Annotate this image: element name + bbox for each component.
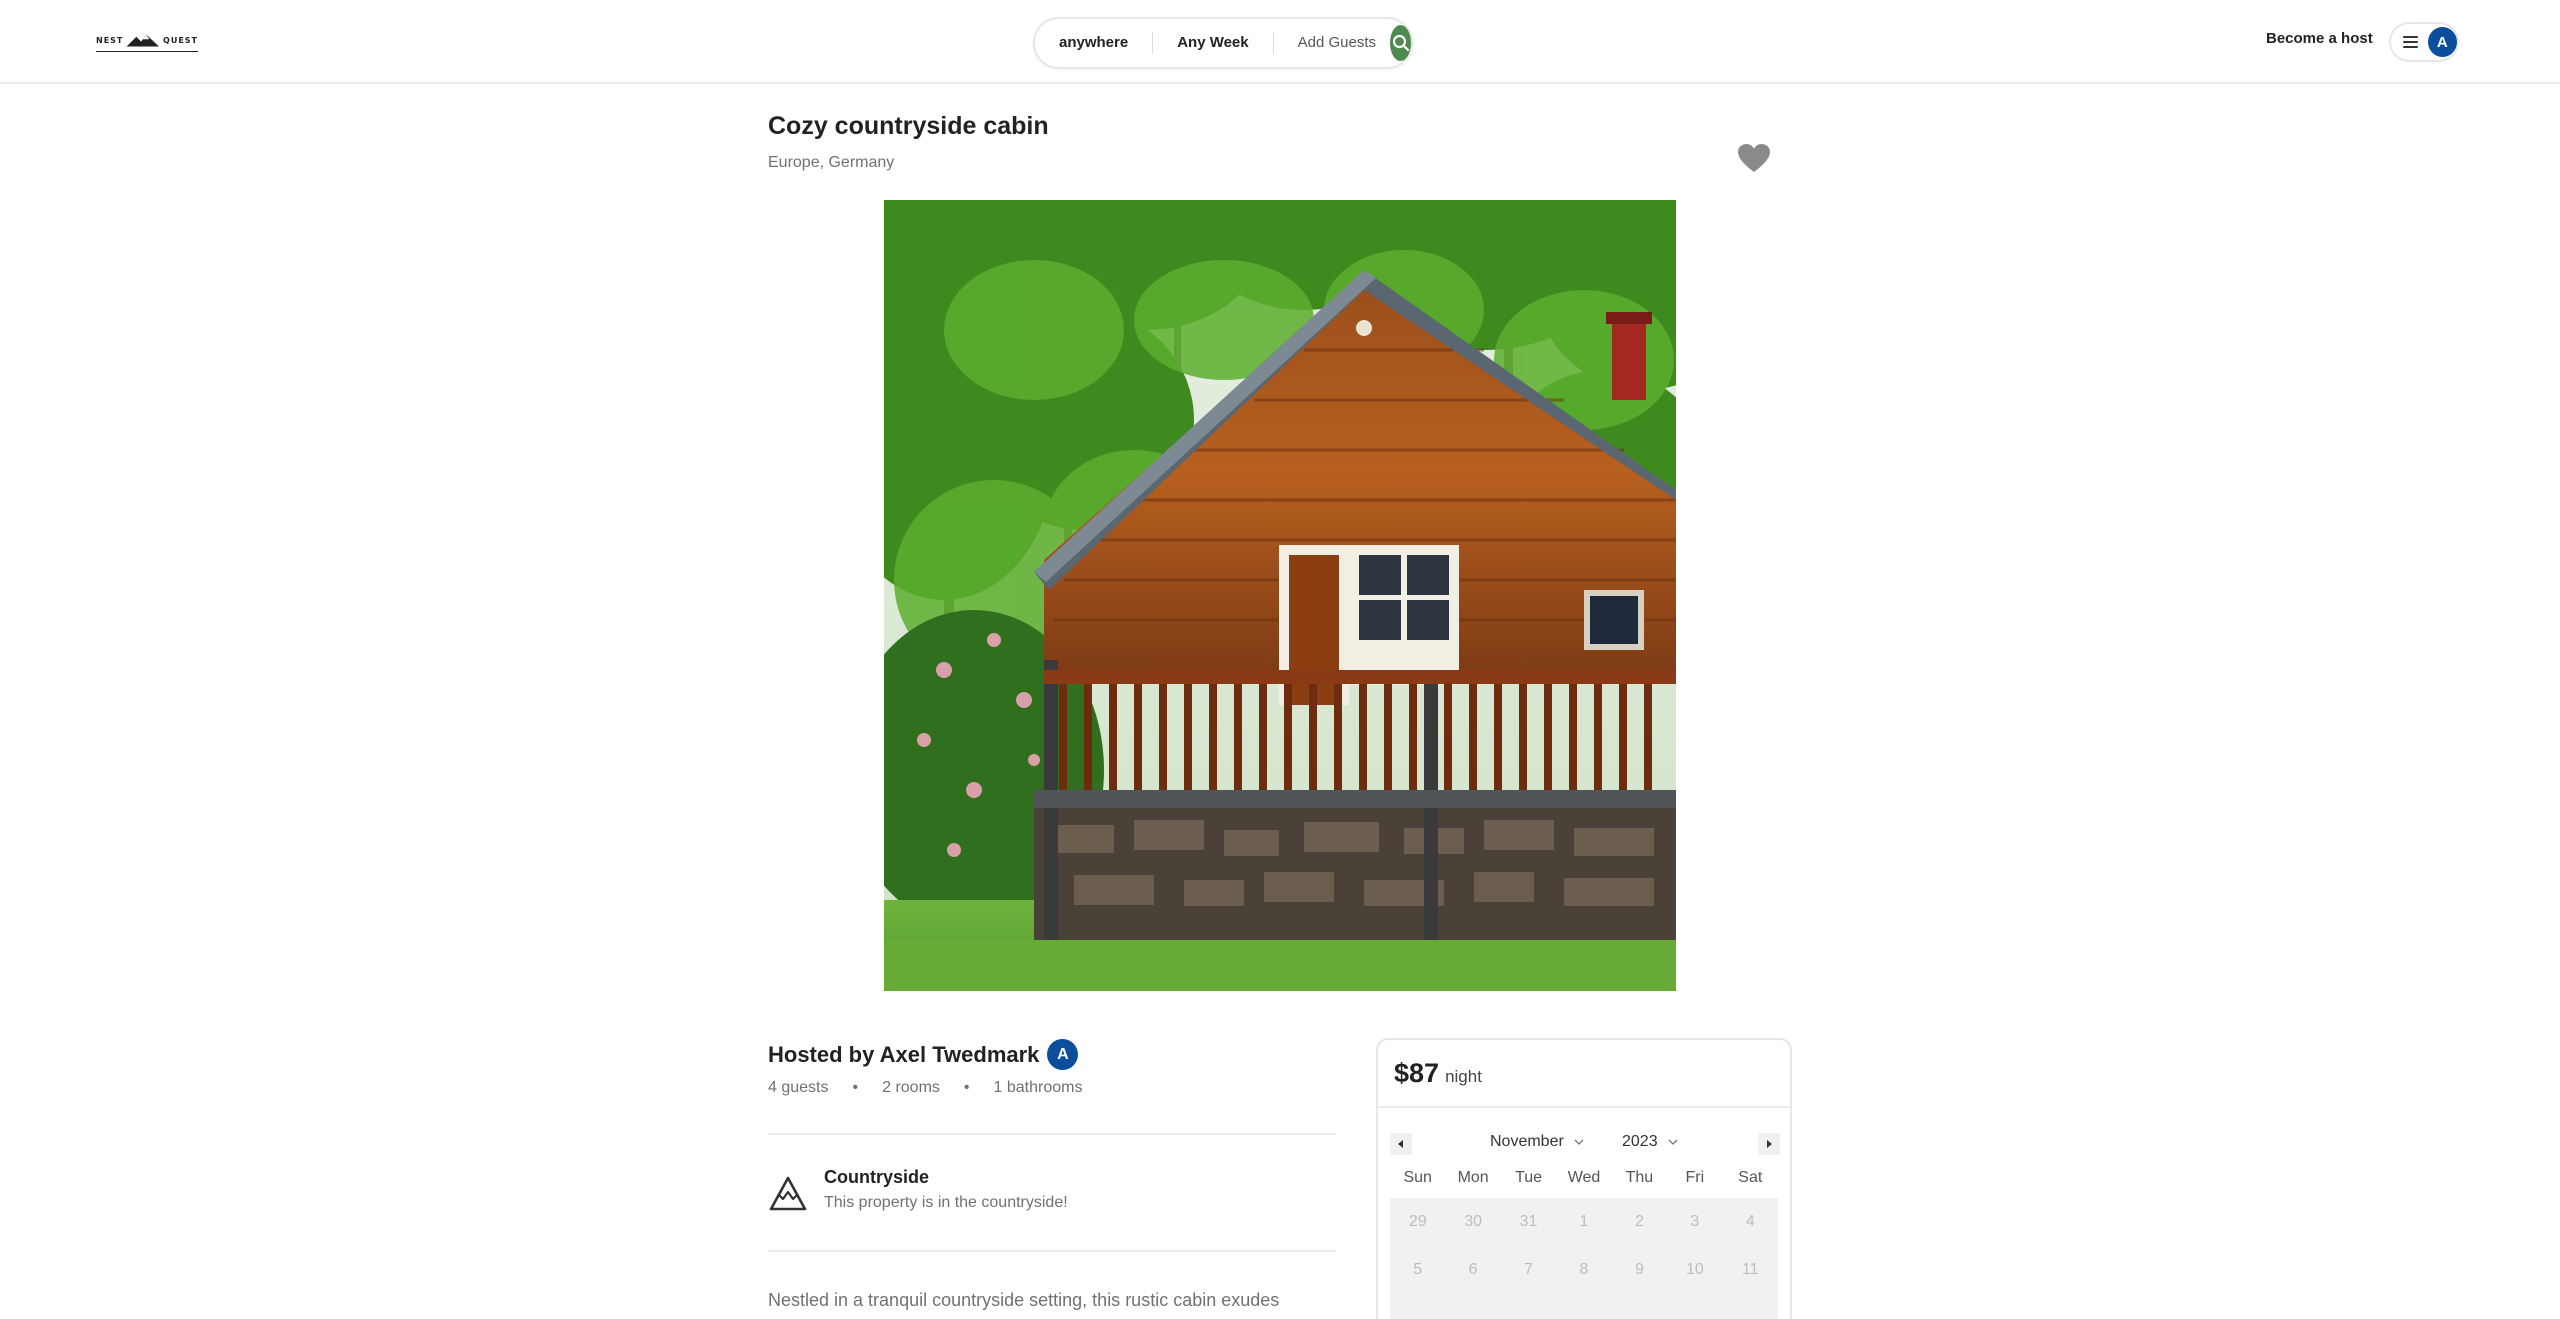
logo-text-right: QUEST — [163, 35, 198, 45]
search-icon — [1392, 34, 1409, 52]
calendar-day[interactable]: 5 — [1390, 1246, 1445, 1294]
bathroom-count: 1 bathrooms — [993, 1079, 1083, 1096]
chevron-down-icon — [1574, 1139, 1584, 1145]
room-count: 2 rooms — [882, 1079, 940, 1096]
caret-left-icon — [1398, 1140, 1403, 1148]
search-bar[interactable]: anywhere Any Week Add Guests — [1033, 17, 1413, 69]
calendar-day[interactable]: 29 — [1390, 1198, 1445, 1246]
nestquest-logo[interactable]: NEST QUEST — [96, 26, 198, 54]
user-menu-button[interactable]: A — [2389, 22, 2459, 62]
chevron-down-icon — [1668, 1139, 1678, 1145]
guest-count: 4 guests — [768, 1079, 829, 1096]
calendar-week: 5 6 7 8 9 10 11 — [1390, 1246, 1778, 1294]
weekday-label: Sat — [1738, 1169, 1763, 1186]
caret-right-icon — [1767, 1140, 1772, 1148]
weekday-label: Mon — [1457, 1169, 1489, 1186]
calendar-day[interactable]: 31 — [1501, 1198, 1556, 1246]
search-week[interactable]: Any Week — [1153, 32, 1274, 54]
listing-description: Nestled in a tranquil countryside settin… — [768, 1290, 1280, 1319]
calendar-day[interactable]: 9 — [1612, 1246, 1667, 1294]
listing-photo — [884, 200, 1676, 991]
weekday-label: Sun — [1403, 1169, 1432, 1186]
calendar-day[interactable]: 30 — [1445, 1198, 1500, 1246]
calendar-day[interactable]: 4 — [1723, 1198, 1778, 1246]
become-host-link[interactable]: Become a host — [2266, 30, 2373, 47]
hosted-by-row: Hosted by Axel Twedmark A — [768, 1039, 1079, 1070]
logo-text-left: NEST — [96, 35, 124, 45]
search-button[interactable] — [1390, 25, 1411, 61]
section-divider — [768, 1133, 1336, 1135]
calendar-nav: November 2023 — [1390, 1131, 1780, 1157]
year-value: 2023 — [1622, 1133, 1658, 1150]
listing-title: Cozy countryside cabin — [768, 112, 1049, 140]
nightly-price: $87 — [1394, 1058, 1440, 1088]
user-avatar: A — [2427, 27, 2457, 57]
weekday-label: Thu — [1625, 1169, 1654, 1186]
top-navbar: NEST QUEST anywhere Any Week Add Guests … — [0, 0, 2560, 84]
hamburger-icon — [2403, 36, 2418, 48]
month-value: November — [1490, 1133, 1564, 1150]
price-unit: night — [1445, 1067, 1482, 1086]
calendar-day[interactable]: 8 — [1556, 1246, 1611, 1294]
month-select[interactable]: November — [1490, 1133, 1584, 1151]
calendar-day[interactable]: 10 — [1667, 1246, 1722, 1294]
card-divider — [1378, 1106, 1790, 1108]
favorite-heart-button[interactable] — [1737, 143, 1771, 173]
listing-location: Europe, Germany — [768, 154, 895, 171]
calendar-day[interactable]: 7 — [1501, 1246, 1556, 1294]
calendar-grid: Sun Mon Tue Wed Thu Fri Sat 29 30 31 1 2… — [1390, 1164, 1778, 1319]
weekday-header: Sun Mon Tue Wed Thu Fri Sat — [1390, 1164, 1778, 1192]
prev-month-button[interactable] — [1390, 1133, 1412, 1155]
heart-icon — [1738, 144, 1770, 172]
host-avatar: A — [1047, 1039, 1079, 1070]
weekday-label: Tue — [1515, 1169, 1543, 1186]
calendar-day[interactable]: 6 — [1445, 1246, 1500, 1294]
calendar-day[interactable]: 1 — [1556, 1198, 1611, 1246]
reservation-card: $87 night November 2023 Sun Mon Tue Wed … — [1376, 1038, 1792, 1319]
category-row: Countryside This property is in the coun… — [768, 1167, 1068, 1213]
category-description: This property is in the countryside! — [824, 1194, 1068, 1211]
cabin-photo-illustration — [884, 200, 1676, 991]
search-location[interactable]: anywhere — [1035, 32, 1154, 54]
listing-stats: 4 guests • 2 rooms • 1 bathrooms — [768, 1079, 1082, 1097]
stats-separator: • — [963, 1079, 970, 1096]
logo-underline — [96, 51, 198, 52]
calendar-day[interactable]: 11 — [1723, 1246, 1778, 1294]
weekday-label: Fri — [1685, 1169, 1705, 1186]
category-texts: Countryside This property is in the coun… — [824, 1167, 1068, 1212]
calendar-day[interactable]: 3 — [1667, 1198, 1722, 1246]
mountain-icon — [769, 1176, 807, 1211]
section-divider — [768, 1250, 1336, 1252]
calendar-week-partial — [1390, 1294, 1778, 1319]
category-label: Countryside — [824, 1167, 930, 1187]
weekday-label: Wed — [1567, 1169, 1601, 1186]
calendar-days: 29 30 31 1 2 3 4 5 6 7 8 9 10 11 — [1390, 1198, 1778, 1319]
calendar-week: 29 30 31 1 2 3 4 — [1390, 1198, 1778, 1246]
year-select[interactable]: 2023 — [1622, 1133, 1678, 1151]
price-row: $87 night — [1394, 1058, 1482, 1089]
search-guests[interactable]: Add Guests — [1274, 32, 1390, 54]
calendar-day[interactable]: 2 — [1612, 1198, 1667, 1246]
hosted-by-text: Hosted by Axel Twedmark — [768, 1041, 1040, 1067]
stats-separator: • — [852, 1079, 859, 1096]
next-month-button[interactable] — [1758, 1133, 1780, 1155]
logo-mountain-icon — [127, 34, 160, 47]
